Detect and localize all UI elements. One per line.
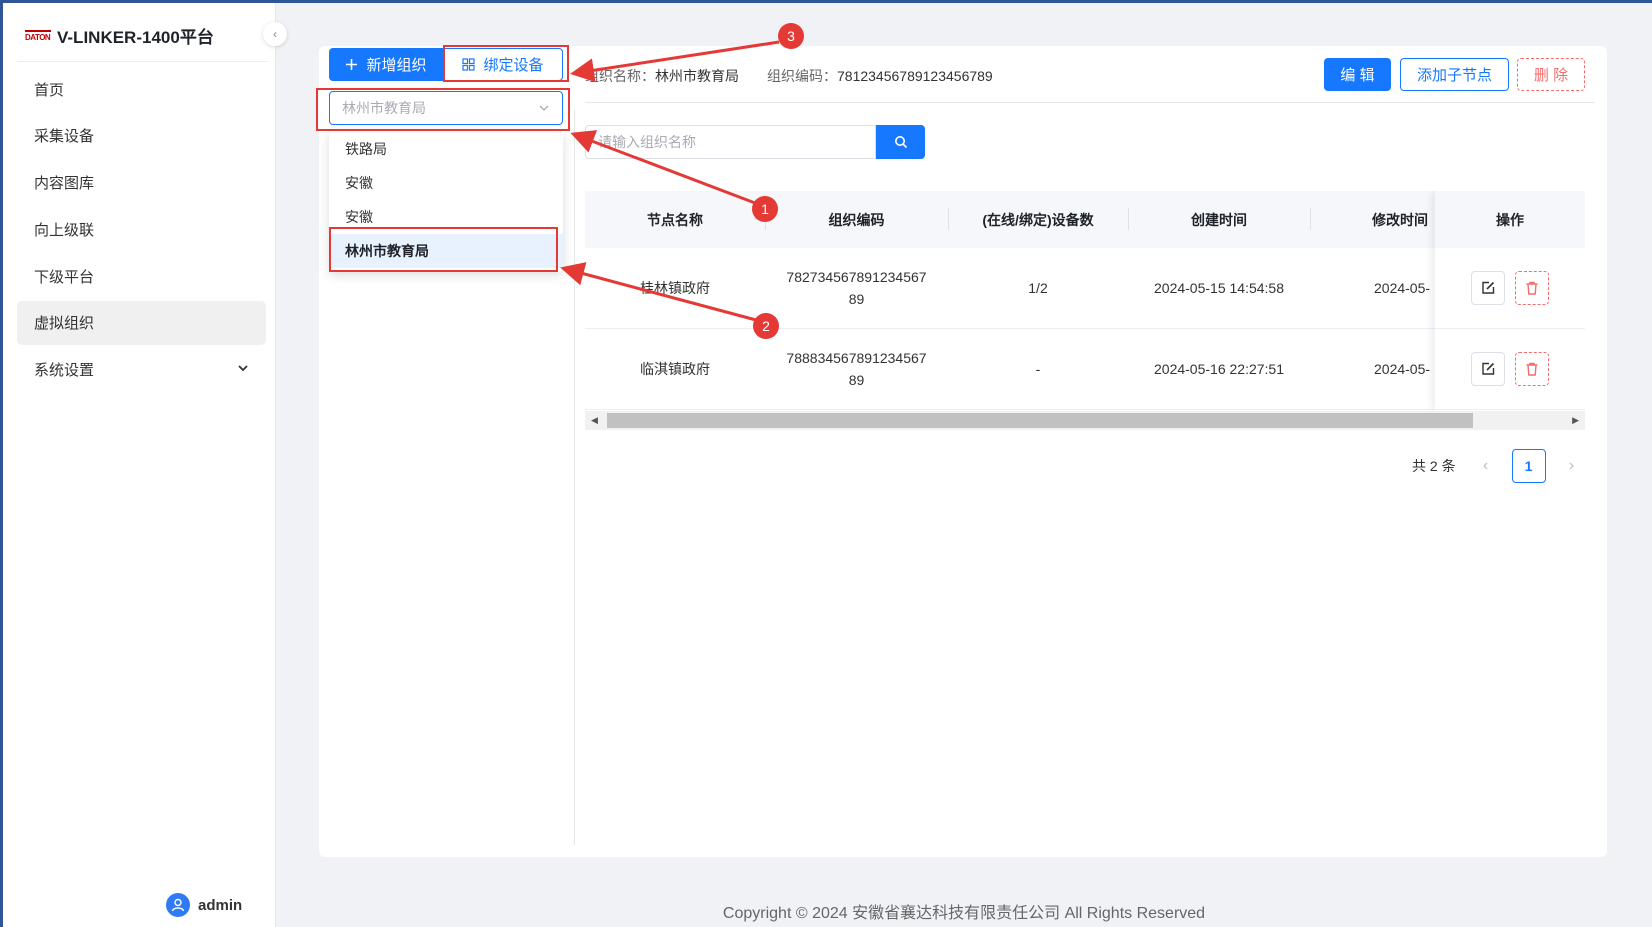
cell-created-time: 2024-05-15 14:54:58 (1154, 280, 1284, 296)
sidebar-item-upstream[interactable]: 向上级联 (17, 207, 266, 251)
footer-copyright: Copyright © 2024 安徽省襄达科技有限责任公司 All Right… (722, 905, 1206, 922)
search-button[interactable] (876, 125, 925, 159)
pagination-total: 共 2 条 (1412, 458, 1456, 474)
delete-button[interactable]: 删 除 (1517, 58, 1585, 91)
org-code-value: 78123456789123456789 (837, 68, 993, 84)
org-info: 组织名称：林州市教育局 组织编码：78123456789123456789 (585, 66, 993, 86)
sidebar-item-label: 采集设备 (34, 128, 95, 146)
org-code-label: 组织编码： (767, 68, 837, 84)
panel-divider (574, 110, 575, 845)
row-delete-button[interactable] (1515, 271, 1549, 305)
info-divider (585, 102, 1595, 103)
sidebar-item-devices[interactable]: 采集设备 (17, 114, 266, 158)
sidebar-menu: 首页 采集设备 内容图库 向上级联 下级平台 虚拟组织 系统设置 (17, 67, 266, 395)
sidebar-item-label: 系统设置 (34, 362, 95, 380)
dropdown-option[interactable]: 安徽 (329, 166, 563, 200)
edit-icon (1482, 281, 1495, 294)
row-edit-button[interactable] (1471, 352, 1505, 386)
org-table: 节点名称 组织编码 (在线/绑定)设备数 创建时间 修改时间 桂林镇政府 782… (585, 191, 1585, 411)
row-edit-button[interactable] (1471, 271, 1505, 305)
page-number-current[interactable]: 1 (1511, 449, 1546, 483)
column-header: 节点名称 (647, 211, 703, 228)
cell-node-name: 桂林镇政府 (640, 280, 710, 296)
sidebar-item-label: 向上级联 (34, 221, 95, 239)
org-name-field: 组织名称：林州市教育局 (585, 66, 739, 86)
cell-device-count: 1/2 (1028, 280, 1048, 296)
scroll-left-arrow-icon[interactable]: ◀ (591, 415, 598, 426)
search-icon (894, 136, 907, 149)
sidebar-item-label: 首页 (34, 81, 65, 99)
dropdown-option[interactable]: 铁路局 (329, 132, 563, 166)
cell-device-count: - (1035, 361, 1041, 377)
user-info[interactable]: admin (166, 893, 242, 917)
org-code-field: 组织编码：78123456789123456789 (767, 66, 993, 86)
username: admin (198, 896, 243, 914)
next-page-button[interactable]: › (1556, 457, 1588, 475)
horizontal-scrollbar[interactable]: ◀ ▶ (585, 411, 1585, 430)
org-name-label: 组织名称： (585, 68, 655, 84)
sidebar-item-home[interactable]: 首页 (17, 67, 266, 111)
edit-button[interactable]: 编 辑 (1324, 58, 1391, 91)
sidebar-item-label: 下级平台 (34, 268, 95, 286)
user-icon (171, 898, 185, 912)
trash-icon (1526, 281, 1538, 295)
trash-icon (1526, 362, 1538, 376)
add-child-node-button[interactable]: 添加子节点 (1400, 58, 1509, 91)
search-input[interactable]: 请输入组织名称 (585, 125, 876, 159)
sidebar-item-subplatform[interactable]: 下级平台 (17, 254, 266, 298)
new-org-button[interactable]: 新增组织 (329, 48, 443, 81)
brand-logo: DATON (25, 29, 51, 42)
annotation-number: 3 (778, 23, 804, 49)
annotation-box-selected-option (329, 227, 558, 272)
annotation-number: 1 (752, 196, 778, 222)
cell-created-time: 2024-05-16 22:27:51 (1154, 361, 1284, 377)
sidebar-item-settings[interactable]: 系统设置 (17, 348, 266, 392)
column-header: 创建时间 (1191, 211, 1247, 228)
sidebar-item-label: 内容图库 (34, 175, 95, 193)
pagination: 共 2 条 ‹ 1 › (1412, 449, 1588, 483)
scrollbar-thumb[interactable] (607, 413, 1473, 428)
column-header: 组织编码 (828, 211, 885, 228)
collapse-sidebar-button[interactable]: ‹ (263, 22, 287, 46)
scroll-right-arrow-icon[interactable]: ▶ (1572, 415, 1579, 426)
org-name-value: 林州市教育局 (655, 68, 739, 84)
chevron-down-icon (238, 365, 248, 372)
sidebar: DATON V-LINKER-1400平台 首页 采集设备 内容图库 向上级联 … (3, 3, 276, 927)
avatar (166, 893, 190, 917)
row-delete-button[interactable] (1515, 352, 1549, 386)
column-header-actions: 操作 (1435, 191, 1585, 248)
plus-icon (346, 59, 358, 70)
app-title: V-LINKER-1400平台 (57, 28, 214, 47)
column-header: (在线/绑定)设备数 (982, 211, 1094, 228)
sidebar-item-virtual-org[interactable]: 虚拟组织 (17, 300, 266, 345)
edit-icon (1482, 362, 1495, 375)
brand: DATON V-LINKER-1400平台 (25, 23, 214, 48)
annotation-box-org-select (316, 88, 570, 131)
row-actions (1435, 248, 1585, 328)
brand-divider (17, 61, 269, 62)
cell-org-code: 78273456789123456789 (786, 269, 927, 307)
sidebar-item-gallery[interactable]: 内容图库 (17, 161, 266, 205)
annotation-number: 2 (753, 313, 779, 339)
cell-org-code: 78883456789123456789 (786, 350, 927, 388)
annotation-box-bind-device (443, 45, 569, 82)
cell-node-name: 临淇镇政府 (640, 361, 710, 377)
prev-page-button[interactable]: ‹ (1470, 457, 1502, 475)
search-placeholder: 请输入组织名称 (598, 134, 696, 150)
chevron-left-icon: ‹ (273, 27, 277, 41)
sidebar-item-label: 虚拟组织 (34, 315, 95, 333)
new-org-label: 新增组织 (366, 57, 427, 74)
row-actions (1435, 329, 1585, 409)
